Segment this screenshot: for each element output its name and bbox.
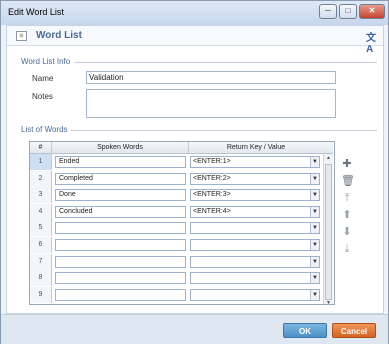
chevron-down-icon[interactable]: ▼ [310,207,319,217]
add-icon[interactable]: ✚ [341,158,353,170]
return-key-select[interactable]: ▼ [190,289,320,301]
return-key-select[interactable]: ▼ [190,256,320,268]
return-key-select[interactable]: <ENTER:4> ▼ [190,206,320,218]
row-number[interactable]: 3 [30,187,52,203]
chevron-down-icon[interactable]: ▼ [310,157,319,167]
return-key-select[interactable]: ▼ [190,272,320,284]
row-number[interactable]: 8 [30,270,52,286]
translate-icon[interactable]: 文A [366,29,378,55]
spoken-word-input[interactable] [55,239,186,251]
row-number[interactable]: 9 [30,287,52,303]
chevron-down-icon[interactable]: ▼ [310,257,319,267]
return-key-select[interactable]: ▼ [190,239,320,251]
section-label-word-list-info: Word List Info [21,57,71,66]
page-title: Word List [36,30,82,41]
return-key-select[interactable]: <ENTER:3> ▼ [190,189,320,201]
return-key-value: <ENTER:3> [193,191,231,198]
chevron-down-icon[interactable]: ▼ [310,290,319,300]
section-label-list-of-words: List of Words [21,125,68,134]
scroll-thumb[interactable] [325,164,332,300]
chevron-down-icon[interactable]: ▼ [310,190,319,200]
chevron-down-icon[interactable]: ▼ [310,240,319,250]
notes-input[interactable] [86,89,336,118]
page-header: ⊞ Word List 文A [7,26,383,55]
spoken-word-input[interactable] [55,289,186,301]
return-key-select[interactable]: <ENTER:2> ▼ [190,173,320,185]
move-down-icon[interactable]: ⬇ [341,226,353,238]
ok-button[interactable]: OK [283,323,327,338]
dialog-footer: OK Cancel [1,314,388,344]
spoken-word-input[interactable] [55,272,186,284]
section-divider [71,130,377,131]
title-bar[interactable]: Edit Word List ─ □ ✕ [1,1,388,25]
move-up-icon[interactable]: ⬆ [341,209,353,221]
column-header-number: # [30,142,52,154]
row-number[interactable]: 7 [30,254,52,270]
chevron-down-icon[interactable]: ▼ [310,223,319,233]
chevron-down-icon[interactable]: ▼ [310,174,319,184]
spoken-word-input[interactable]: Completed [55,173,186,185]
return-key-select[interactable]: ▼ [190,222,320,234]
return-key-select[interactable]: <ENTER:1> ▼ [190,156,320,168]
row-number[interactable]: 1 [30,154,52,170]
minimize-button[interactable]: ─ [319,4,337,19]
trash-icon[interactable]: 🗑 [341,175,355,187]
grid-header: # Spoken Words Return Key / Value [30,142,333,154]
spoken-word-input[interactable] [55,222,186,234]
edit-word-list-window: Edit Word List ─ □ ✕ ⊞ Word List 文A Word… [0,0,389,344]
row-number[interactable]: 5 [30,220,52,236]
cancel-button[interactable]: Cancel [332,323,376,338]
maximize-button[interactable]: □ [339,4,357,19]
row-number[interactable]: 2 [30,171,52,187]
scroll-down-icon[interactable]: ▼ [324,299,333,304]
return-key-value: <ENTER:1> [193,158,231,165]
chevron-down-icon[interactable]: ▼ [310,273,319,283]
grid-scrollbar[interactable]: ▲ ▼ [323,154,333,304]
row-number[interactable]: 4 [30,204,52,220]
scroll-up-icon[interactable]: ▲ [324,154,333,163]
section-divider [74,62,377,63]
spoken-word-input[interactable]: Concluded [55,206,186,218]
return-key-value: <ENTER:4> [193,208,231,215]
spoken-word-input[interactable]: Ended [55,156,186,168]
app-icon: ⊞ [16,31,27,41]
close-button[interactable]: ✕ [359,4,385,19]
name-label: Name [32,74,54,83]
column-header-return-key: Return Key / Value [226,144,286,151]
spoken-word-input[interactable] [55,256,186,268]
notes-label: Notes [32,92,53,101]
move-top-icon[interactable]: ⤒ [341,192,353,204]
row-number[interactable]: 6 [30,237,52,253]
words-grid: # Spoken Words Return Key / Value 1 Ended… [29,141,335,305]
spoken-word-input[interactable]: Done [55,189,186,201]
return-key-value: <ENTER:2> [193,175,231,182]
window-title: Edit Word List [8,7,64,17]
column-header-spoken-words: Spoken Words [52,142,189,154]
move-bottom-icon[interactable]: ⤓ [341,243,353,255]
name-input[interactable]: Validation [86,71,336,84]
